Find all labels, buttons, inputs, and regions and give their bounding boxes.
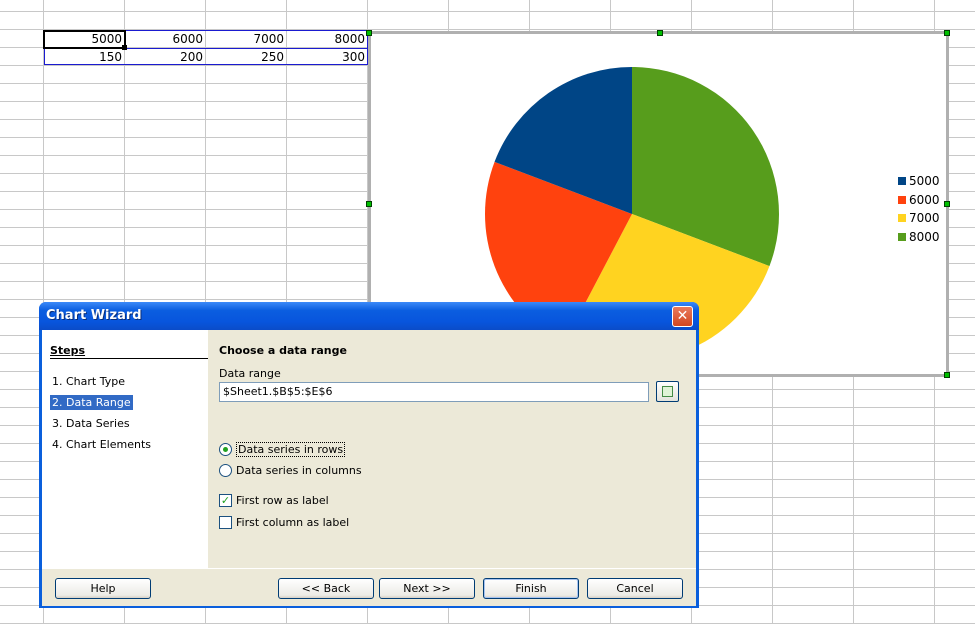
content-heading: Choose a data range bbox=[219, 344, 347, 357]
cell-cursor bbox=[43, 30, 126, 49]
finish-button[interactable]: Finish bbox=[483, 578, 579, 599]
dialog-body: Steps 1. Chart Type 2. Data Range 3. Dat… bbox=[42, 330, 696, 606]
step-chart-type[interactable]: 1. Chart Type bbox=[50, 374, 127, 389]
legend-item: 8000 bbox=[898, 228, 940, 247]
wizard-content: Choose a data range Data range $Sheet1.$… bbox=[216, 330, 696, 568]
close-icon: ✕ bbox=[676, 308, 689, 324]
shrink-icon bbox=[662, 386, 673, 397]
first-column-label-text: First column as label bbox=[236, 516, 350, 529]
series-in-columns-label: Data series in columns bbox=[236, 464, 362, 477]
step-data-range[interactable]: 2. Data Range bbox=[50, 395, 133, 410]
button-bar: Help << Back Next >> Finish Cancel bbox=[42, 568, 696, 606]
chart-legend: 5000 6000 7000 8000 bbox=[898, 172, 940, 246]
selection-handle[interactable] bbox=[944, 201, 950, 207]
steps-heading: Steps bbox=[50, 344, 208, 359]
legend-item: 5000 bbox=[898, 172, 940, 191]
chart-wizard-dialog: Chart Wizard ✕ Steps 1. Chart Type 2. Da… bbox=[39, 302, 699, 608]
cancel-button[interactable]: Cancel bbox=[587, 578, 683, 599]
dialog-titlebar[interactable]: Chart Wizard ✕ bbox=[39, 302, 699, 330]
series-in-rows-option[interactable]: Data series in rows bbox=[219, 442, 346, 457]
legend-swatch bbox=[898, 214, 906, 223]
data-range-label: Data range bbox=[219, 367, 281, 380]
selection-handle[interactable] bbox=[657, 30, 663, 36]
legend-label: 6000 bbox=[909, 192, 940, 207]
series-in-columns-option[interactable]: Data series in columns bbox=[219, 464, 362, 477]
legend-item: 6000 bbox=[898, 191, 940, 210]
legend-label: 8000 bbox=[909, 229, 940, 244]
first-column-label-option[interactable]: First column as label bbox=[219, 516, 349, 529]
selection-handle[interactable] bbox=[366, 30, 372, 36]
first-row-label-text: First row as label bbox=[236, 494, 329, 507]
next-button[interactable]: Next >> bbox=[379, 578, 475, 599]
selection-handle[interactable] bbox=[944, 372, 950, 378]
selection-handle[interactable] bbox=[366, 201, 372, 207]
select-range-button[interactable] bbox=[656, 381, 679, 402]
data-range-highlight bbox=[126, 30, 368, 49]
legend-item: 7000 bbox=[898, 209, 940, 228]
data-range-input[interactable]: $Sheet1.$B$5:$E$6 bbox=[219, 382, 649, 402]
step-chart-elements[interactable]: 4. Chart Elements bbox=[50, 437, 153, 452]
first-row-label-option[interactable]: ✓ First row as label bbox=[219, 494, 329, 507]
legend-label: 5000 bbox=[909, 174, 940, 189]
step-data-series[interactable]: 3. Data Series bbox=[50, 416, 132, 431]
legend-swatch bbox=[898, 177, 906, 186]
steps-panel: Steps 1. Chart Type 2. Data Range 3. Dat… bbox=[42, 330, 208, 568]
legend-swatch bbox=[898, 195, 906, 204]
series-in-rows-label: Data series in rows bbox=[236, 442, 346, 457]
first-row-label-checkbox[interactable]: ✓ bbox=[219, 494, 232, 507]
dialog-title: Chart Wizard bbox=[46, 308, 142, 323]
legend-label: 7000 bbox=[909, 211, 940, 226]
data-range-highlight bbox=[44, 48, 368, 65]
selection-handle[interactable] bbox=[944, 30, 950, 36]
help-button[interactable]: Help bbox=[55, 578, 151, 599]
series-in-rows-radio[interactable] bbox=[219, 443, 232, 456]
legend-swatch bbox=[898, 232, 906, 241]
back-button[interactable]: << Back bbox=[278, 578, 374, 599]
first-column-label-checkbox[interactable] bbox=[219, 516, 232, 529]
close-button[interactable]: ✕ bbox=[672, 306, 693, 327]
series-in-columns-radio[interactable] bbox=[219, 464, 232, 477]
fill-handle[interactable] bbox=[122, 45, 127, 50]
